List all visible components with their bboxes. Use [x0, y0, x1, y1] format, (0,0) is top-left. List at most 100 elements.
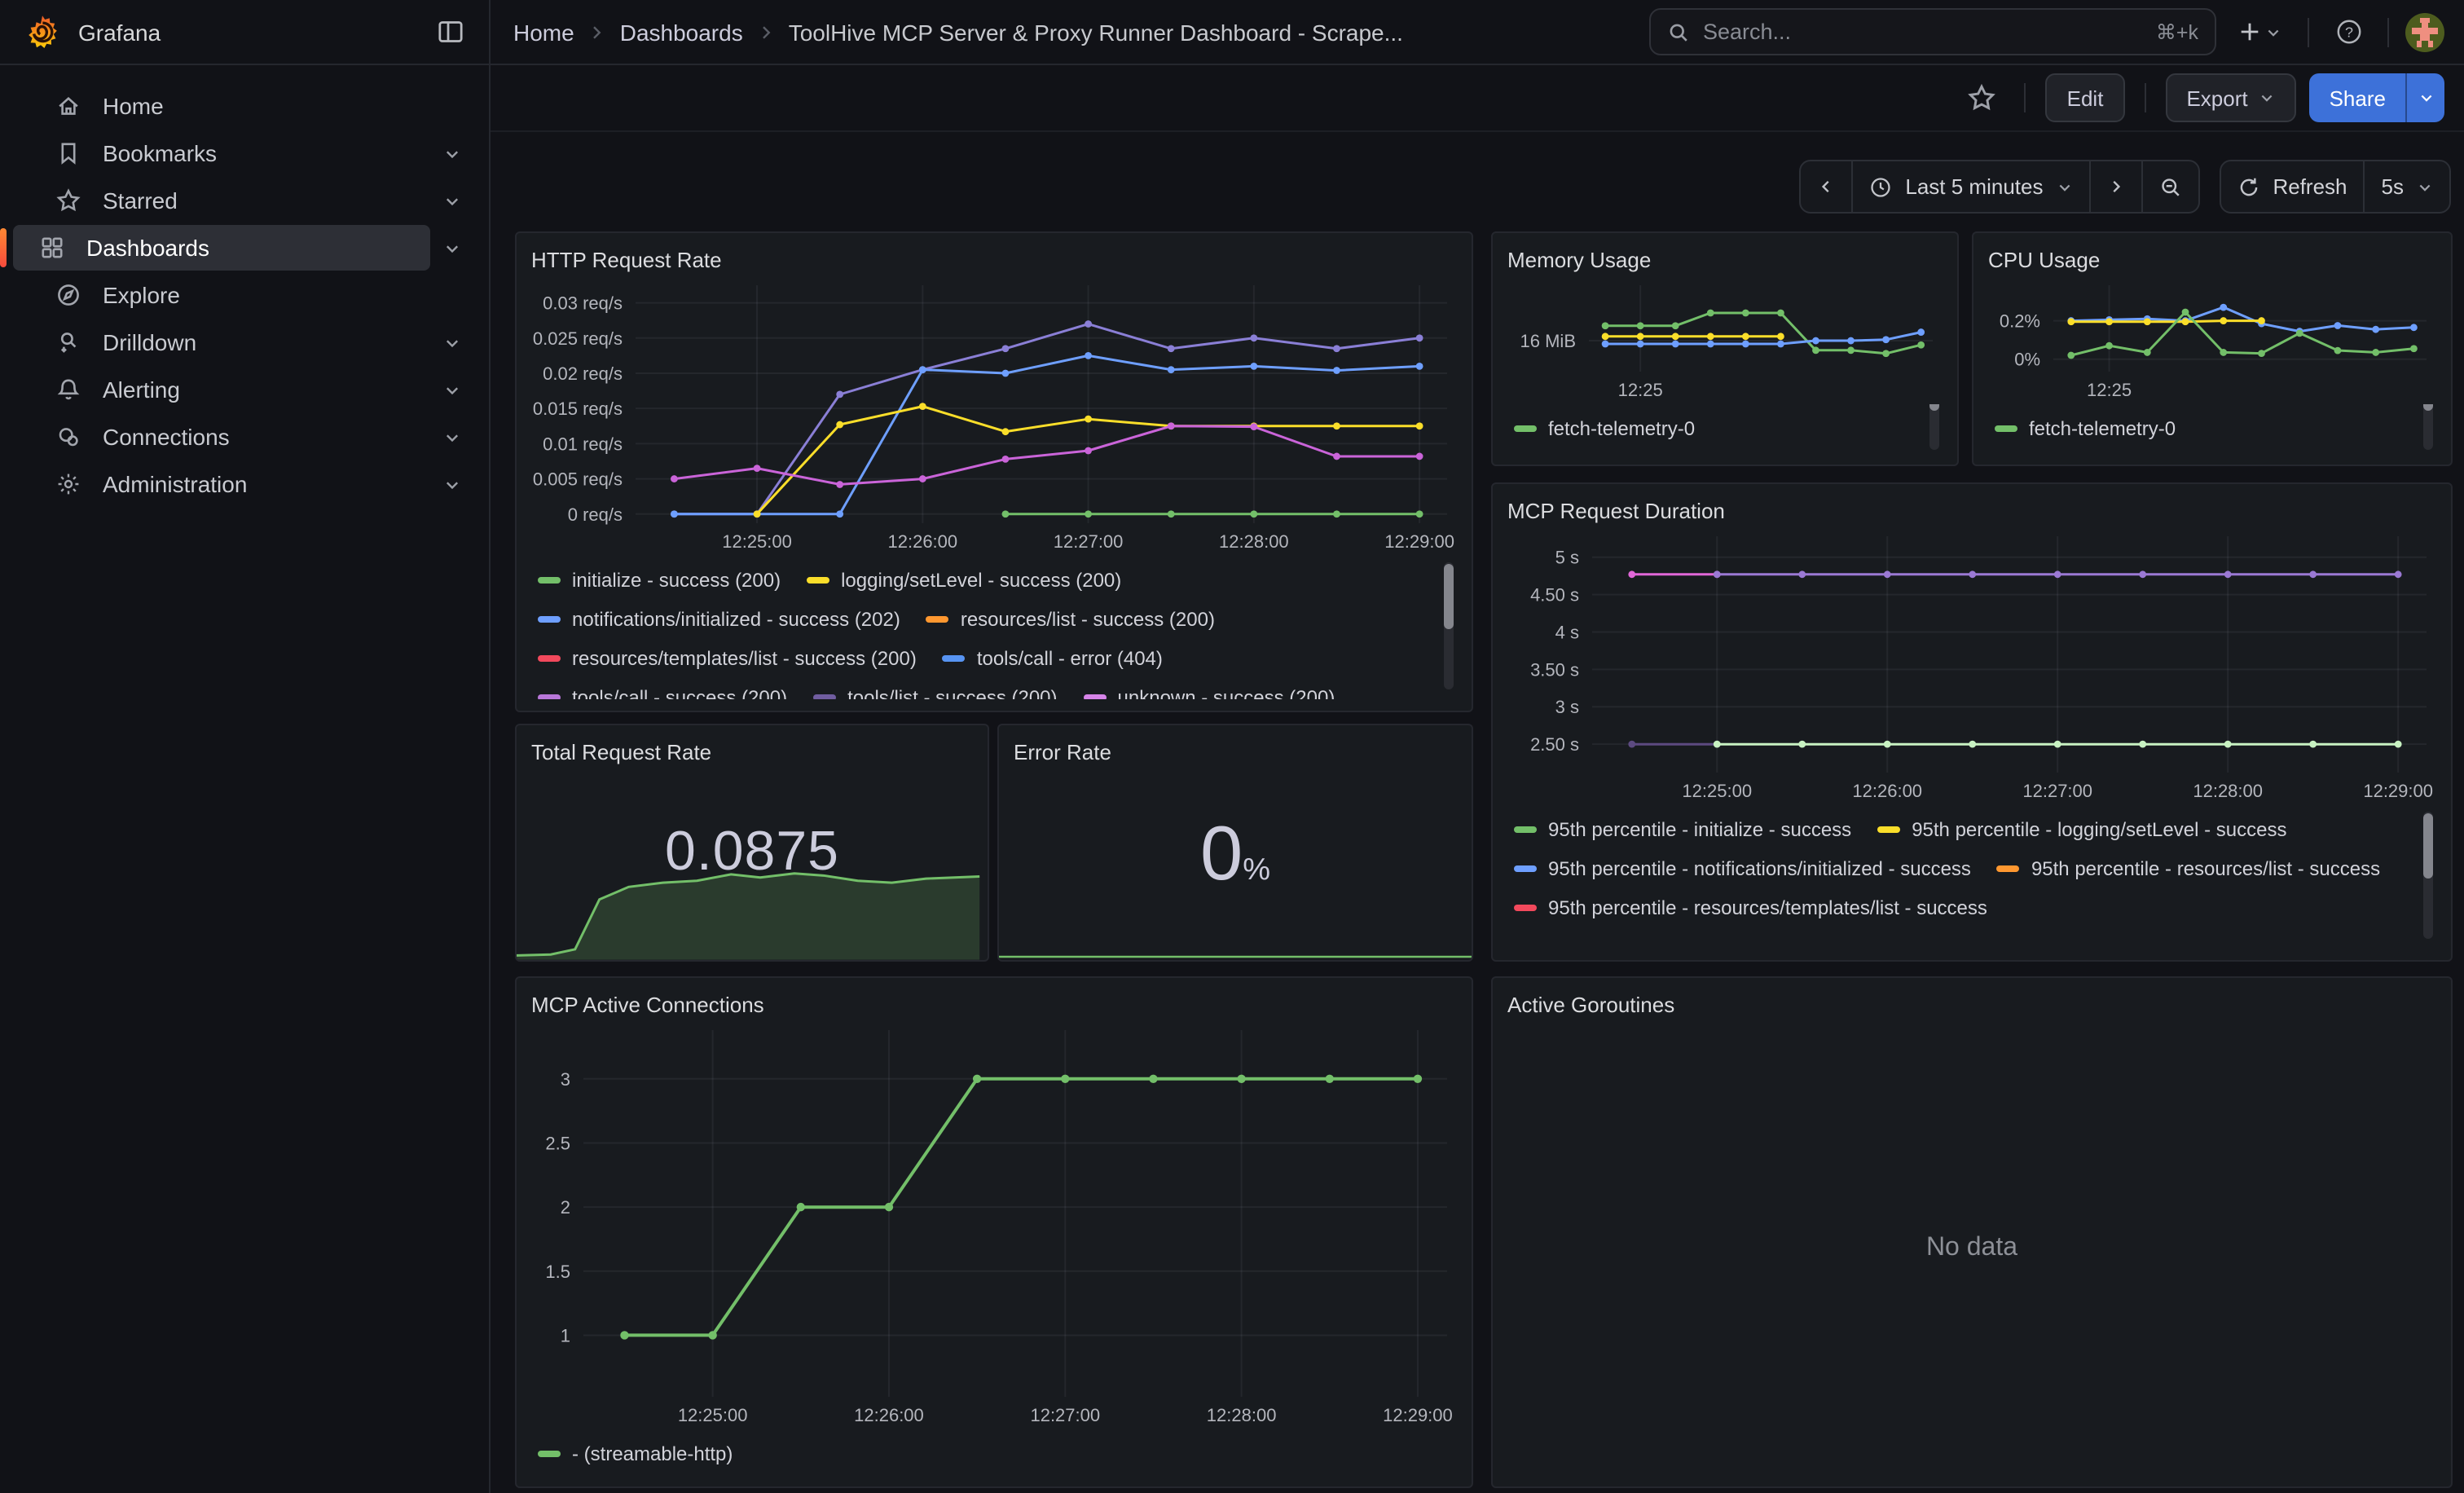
- series-color-swatch: [1997, 865, 2020, 871]
- panel-title[interactable]: CPU Usage: [1988, 244, 2436, 277]
- legend-scrollbar: [1444, 562, 1454, 689]
- legend-item[interactable]: 95th percentile - resources/templates/li…: [1514, 893, 1987, 921]
- divider: [2025, 83, 2026, 112]
- help-button[interactable]: ?: [2325, 9, 2371, 55]
- legend-scrollbar-thumb[interactable]: [2423, 404, 2433, 411]
- svg-text:12:29:00: 12:29:00: [2363, 781, 2433, 801]
- legend-label: 95th percentile - resources/list - succe…: [2031, 857, 2380, 879]
- sidebar-item-starred[interactable]: Starred: [0, 178, 473, 223]
- dashboard-toolbar: Edit Export Share: [491, 65, 2464, 132]
- chevron-down-icon[interactable]: [430, 428, 473, 446]
- svg-text:0%: 0%: [2014, 350, 2040, 370]
- panel-title[interactable]: Memory Usage: [1507, 244, 1943, 277]
- sidebar-item-alerting[interactable]: Alerting: [0, 367, 473, 412]
- svg-text:12:28:00: 12:28:00: [1219, 531, 1289, 552]
- legend-item[interactable]: tools/call - error (404): [943, 644, 1163, 672]
- sidebar-item-bookmarks[interactable]: Bookmarks: [0, 130, 473, 176]
- refresh-interval-picker[interactable]: 5s: [2365, 161, 2449, 212]
- legend-item[interactable]: resources/templates/list - success (200): [538, 644, 917, 672]
- svg-text:3 s: 3 s: [1555, 697, 1579, 717]
- sidebar-item-connections[interactable]: Connections: [0, 414, 473, 460]
- svg-text:5 s: 5 s: [1555, 548, 1579, 568]
- panel-title[interactable]: HTTP Request Rate: [531, 244, 1457, 277]
- panel-title[interactable]: Error Rate: [1014, 737, 1457, 769]
- sidebar-item-explore[interactable]: Explore: [0, 272, 473, 318]
- svg-text:12:27:00: 12:27:00: [1030, 1405, 1100, 1425]
- export-button[interactable]: Export: [2165, 73, 2296, 122]
- zoom-out-button[interactable]: [2142, 161, 2198, 212]
- sidebar-item-home[interactable]: Home: [0, 83, 473, 129]
- legend-item[interactable]: 95th percentile - logging/setLevel - suc…: [1877, 815, 2286, 843]
- chevron-down-icon[interactable]: [430, 239, 473, 257]
- sidebar-item-administration[interactable]: Administration: [0, 461, 473, 507]
- chevron-down-icon[interactable]: [430, 192, 473, 209]
- panel-title[interactable]: Total Request Rate: [531, 737, 973, 769]
- series-color-swatch: [1514, 865, 1537, 871]
- legend-item[interactable]: tools/list - success (200): [813, 683, 1057, 699]
- share-options-caret[interactable]: [2405, 73, 2444, 122]
- avatar[interactable]: [2405, 12, 2444, 51]
- time-back-button[interactable]: [1801, 161, 1853, 212]
- legend-item[interactable]: 95th percentile - notifications/initiali…: [1514, 854, 1971, 882]
- panel-title[interactable]: MCP Request Duration: [1507, 495, 2436, 528]
- chevron-down-icon[interactable]: [430, 144, 473, 162]
- favorite-star-button[interactable]: [1960, 75, 2005, 121]
- memory-usage-chart: 16 MiB 12:25: [1507, 277, 1943, 404]
- bookmarks-icon: [55, 140, 81, 166]
- svg-text:?: ?: [2344, 24, 2352, 40]
- explore-icon: [55, 282, 81, 308]
- breadcrumb-dashboards[interactable]: Dashboards: [620, 19, 743, 45]
- legend-item[interactable]: - (streamable-http): [538, 1439, 733, 1467]
- svg-text:16 MiB: 16 MiB: [1520, 331, 1576, 351]
- chevron-down-icon[interactable]: [430, 333, 473, 351]
- legend-item[interactable]: tools/call - success (200): [538, 683, 787, 699]
- legend-scrollbar-thumb[interactable]: [2423, 813, 2433, 879]
- legend-item[interactable]: fetch-telemetry-0: [1995, 414, 2176, 442]
- series-color-swatch: [538, 654, 561, 661]
- add-new-button[interactable]: [2226, 9, 2291, 55]
- chevron-down-icon: [2259, 90, 2276, 106]
- panel-cpu-usage: CPU Usage 0.2%0%12:25 fetch-telemetry-0: [1972, 231, 2453, 466]
- grafana-logo[interactable]: [23, 12, 62, 51]
- time-controls: Last 5 minutes: [515, 160, 2451, 214]
- legend-item[interactable]: fetch-telemetry-0: [1514, 414, 1695, 442]
- legend-scrollbar-thumb[interactable]: [1444, 564, 1454, 629]
- legend-item[interactable]: 95th percentile - initialize - success: [1514, 815, 1851, 843]
- panel-total-request-rate: Total Request Rate 0.0875: [515, 724, 989, 962]
- legend-scrollbar-thumb[interactable]: [1929, 404, 1939, 411]
- time-range-picker[interactable]: Last 5 minutes: [1853, 161, 2090, 212]
- chevron-down-icon[interactable]: [430, 475, 473, 493]
- refresh-button[interactable]: Refresh: [2220, 161, 2365, 212]
- legend-item[interactable]: resources/list - success (200): [926, 605, 1215, 632]
- administration-icon: [55, 471, 81, 497]
- sidebar-item-dashboards[interactable]: Dashboards: [0, 225, 473, 271]
- dock-menu-toggle[interactable]: [427, 9, 473, 55]
- svg-text:12:26:00: 12:26:00: [1852, 781, 1922, 801]
- series-color-swatch: [1514, 425, 1537, 431]
- time-forward-button[interactable]: [2090, 161, 2142, 212]
- breadcrumb-separator-icon: [587, 22, 607, 42]
- legend-item[interactable]: logging/setLevel - success (200): [807, 566, 1121, 593]
- series-color-swatch: [538, 1450, 561, 1456]
- edit-button[interactable]: Edit: [2046, 73, 2125, 122]
- panel-title[interactable]: Active Goroutines: [1507, 989, 2436, 1022]
- breadcrumb-home[interactable]: Home: [513, 19, 574, 45]
- legend-label: 95th percentile - resources/templates/li…: [1548, 896, 1987, 918]
- search-input[interactable]: Search... ⌘+k: [1649, 8, 2216, 55]
- legend-item[interactable]: unknown - success (200): [1084, 683, 1335, 699]
- svg-text:0.005 req/s: 0.005 req/s: [533, 469, 623, 490]
- chevron-down-icon[interactable]: [430, 381, 473, 399]
- search-shortcut: ⌘+k: [2156, 20, 2198, 44]
- svg-text:12:25: 12:25: [1618, 380, 1663, 400]
- share-button[interactable]: Share: [2310, 73, 2405, 122]
- svg-text:1: 1: [561, 1325, 570, 1345]
- total-request-rate-stat: 0.0875: [531, 769, 973, 949]
- legend-item[interactable]: notifications/initialized - success (202…: [538, 605, 900, 632]
- sidebar-item-drilldown[interactable]: Drilldown: [0, 319, 473, 365]
- navbar-left: Grafana: [0, 0, 491, 64]
- legend-item[interactable]: 95th percentile - resources/list - succe…: [1997, 854, 2380, 882]
- legend-item[interactable]: initialize - success (200): [538, 566, 781, 593]
- panel-title[interactable]: MCP Active Connections: [531, 989, 1457, 1022]
- sidebar-item-label: Explore: [103, 282, 180, 308]
- svg-text:12:25:00: 12:25:00: [1682, 781, 1752, 801]
